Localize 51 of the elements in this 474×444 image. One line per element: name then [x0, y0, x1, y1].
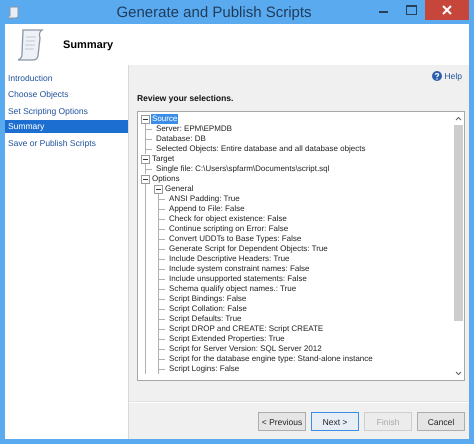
wizard-button[interactable]: Next >	[311, 412, 359, 431]
sidebar-item[interactable]: Set Scripting Options	[5, 102, 128, 119]
tree-item[interactable]: ANSI Padding: True	[168, 194, 241, 204]
tree-item[interactable]: Options	[151, 174, 181, 184]
instruction-text: Review your selections.	[137, 93, 234, 105]
window-title: Generate and Publish Scripts	[115, 4, 313, 20]
tree-item[interactable]: Script Defaults: True	[168, 314, 242, 324]
tree-item[interactable]: Append to File: False	[168, 204, 246, 214]
tree-item[interactable]: Include system constraint names: False	[168, 264, 311, 274]
tree-item[interactable]: Script for Server Version: SQL Server 2012	[168, 344, 323, 354]
maximize-icon	[406, 5, 416, 15]
wizard-button[interactable]: Cancel	[417, 412, 465, 431]
minimize-icon	[378, 11, 388, 13]
collapse-toggle[interactable]	[141, 154, 150, 164]
tree-item[interactable]: Check for object existence: False	[168, 214, 288, 224]
page-title: Summary	[63, 38, 114, 50]
tree-item[interactable]: Continue scripting on Error: False	[168, 224, 290, 234]
sidebar-item[interactable]: Introduction	[5, 70, 128, 86]
tree-item[interactable]: Single file: C:\Users\spfarm\Documents\script.sql	[155, 164, 330, 174]
tree-item[interactable]: Include Descriptive Headers: True	[168, 254, 290, 264]
tree-item[interactable]: Target	[151, 154, 176, 164]
tree-item[interactable]: Script Logins: False	[168, 364, 240, 374]
tree-item[interactable]: Script for the database engine type: Stand-alone instance	[168, 354, 374, 364]
close-button[interactable]	[425, 0, 469, 20]
scroll-up-icon[interactable]	[455, 116, 462, 121]
help-link[interactable]: Help	[432, 70, 462, 82]
tree-item[interactable]: Schema qualify object names.: True	[168, 284, 298, 294]
sidebar-item[interactable]: Summary	[5, 120, 128, 133]
sidebar-item[interactable]: Save or Publish Scripts	[5, 134, 128, 152]
help-icon	[432, 71, 442, 81]
tree-item[interactable]: Selected Objects: Entire database and all database objects	[155, 144, 366, 154]
wizard-button[interactable]: < Previous	[258, 412, 306, 431]
scroll-icon	[7, 6, 19, 18]
tree-item[interactable]: Script Extended Properties: True	[168, 334, 286, 344]
tree-item[interactable]: General	[164, 184, 194, 194]
tree-item[interactable]: Server: EPM\EPMDB	[155, 124, 234, 134]
collapse-toggle[interactable]	[141, 114, 150, 124]
tree-item[interactable]: Include unsupported statements: False	[168, 274, 308, 284]
tree-item[interactable]: Convert UDDTs to Base Types: False	[168, 234, 302, 244]
tree-item[interactable]: Script DROP and CREATE: Script CREATE	[168, 324, 324, 334]
tree-item[interactable]: Script Collation: False	[168, 304, 248, 314]
tree-item[interactable]: Database: DB	[155, 134, 207, 144]
tree-item[interactable]: Script Bindings: False	[168, 294, 248, 304]
collapse-toggle[interactable]	[141, 174, 150, 184]
close-icon	[442, 5, 452, 15]
scroll-thumb[interactable]	[454, 125, 463, 321]
sidebar-item[interactable]: Choose Objects	[5, 86, 128, 103]
scroll-down-icon[interactable]	[455, 371, 462, 376]
scroll-icon	[15, 28, 45, 62]
tree-item[interactable]: Generate Script for Dependent Objects: True	[168, 244, 329, 254]
collapse-toggle[interactable]	[154, 184, 163, 194]
